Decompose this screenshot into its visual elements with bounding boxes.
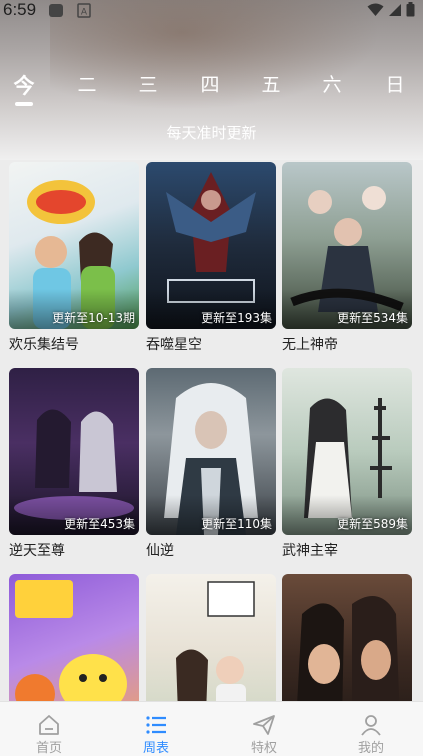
tab-day-1[interactable]: 今: [4, 70, 44, 100]
show-title: 逆天至尊: [9, 543, 65, 559]
show-title: 仙逆: [146, 543, 174, 559]
wifi-icon: [367, 3, 384, 16]
schedule-subtitle: 每天准时更新: [166, 124, 257, 142]
show-title: 武神主宰: [282, 543, 338, 559]
episode-badge: 更新至10-13期: [52, 311, 135, 325]
show-poster[interactable]: 更新至453集: [9, 368, 139, 535]
show-poster[interactable]: 更新至110集: [146, 368, 276, 535]
nav-schedule[interactable]: 周表: [121, 702, 191, 756]
user-icon: [361, 715, 381, 736]
signal-icon: [389, 3, 401, 16]
episode-badge: 更新至110集: [201, 517, 272, 531]
show-title: 无上神帝: [282, 337, 338, 353]
bottom-navigation: 首页 周表 特权 我的: [0, 701, 423, 756]
status-bar: 6:59 A: [0, 0, 423, 22]
nav-home[interactable]: 首页: [14, 702, 84, 756]
status-time: 6:59: [3, 0, 37, 19]
active-tab-indicator: [15, 102, 33, 106]
tab-day-3[interactable]: 三: [128, 70, 168, 97]
show-poster[interactable]: 更新至10-13期: [9, 162, 139, 329]
svg-text:A: A: [81, 8, 88, 18]
episode-badge: 更新至534集: [337, 311, 408, 325]
tab-day-4[interactable]: 四: [190, 70, 230, 97]
list-icon: [146, 716, 166, 734]
nav-privileges-label: 特权: [250, 741, 277, 756]
show-title: 吞噬星空: [146, 337, 202, 353]
battery-icon: [406, 2, 415, 17]
show-title: 欢乐集结号: [9, 337, 79, 353]
tab-day-2[interactable]: 二: [67, 70, 107, 97]
episode-badge: 更新至589集: [337, 517, 408, 531]
show-poster[interactable]: 更新至589集: [282, 368, 412, 535]
notification-app-icon: [49, 4, 63, 17]
nav-privileges[interactable]: 特权: [229, 702, 299, 756]
show-poster[interactable]: 更新至534集: [282, 162, 412, 329]
nav-schedule-label: 周表: [142, 741, 169, 756]
nav-profile[interactable]: 我的: [336, 702, 406, 756]
tab-day-7[interactable]: 日: [375, 70, 415, 97]
tab-day-5[interactable]: 五: [251, 70, 291, 97]
show-poster[interactable]: 更新至193集: [146, 162, 276, 329]
episode-badge: 更新至193集: [201, 311, 272, 325]
nav-home-label: 首页: [35, 741, 62, 756]
tab-day-6[interactable]: 六: [312, 70, 352, 97]
notification-a-icon: A: [77, 3, 91, 18]
send-icon: [253, 715, 275, 735]
weekday-tabs: 今 二 三 四 五 六 日: [0, 70, 423, 110]
episode-badge: 更新至453集: [64, 517, 135, 531]
home-icon: [39, 715, 59, 735]
nav-profile-label: 我的: [357, 741, 384, 756]
